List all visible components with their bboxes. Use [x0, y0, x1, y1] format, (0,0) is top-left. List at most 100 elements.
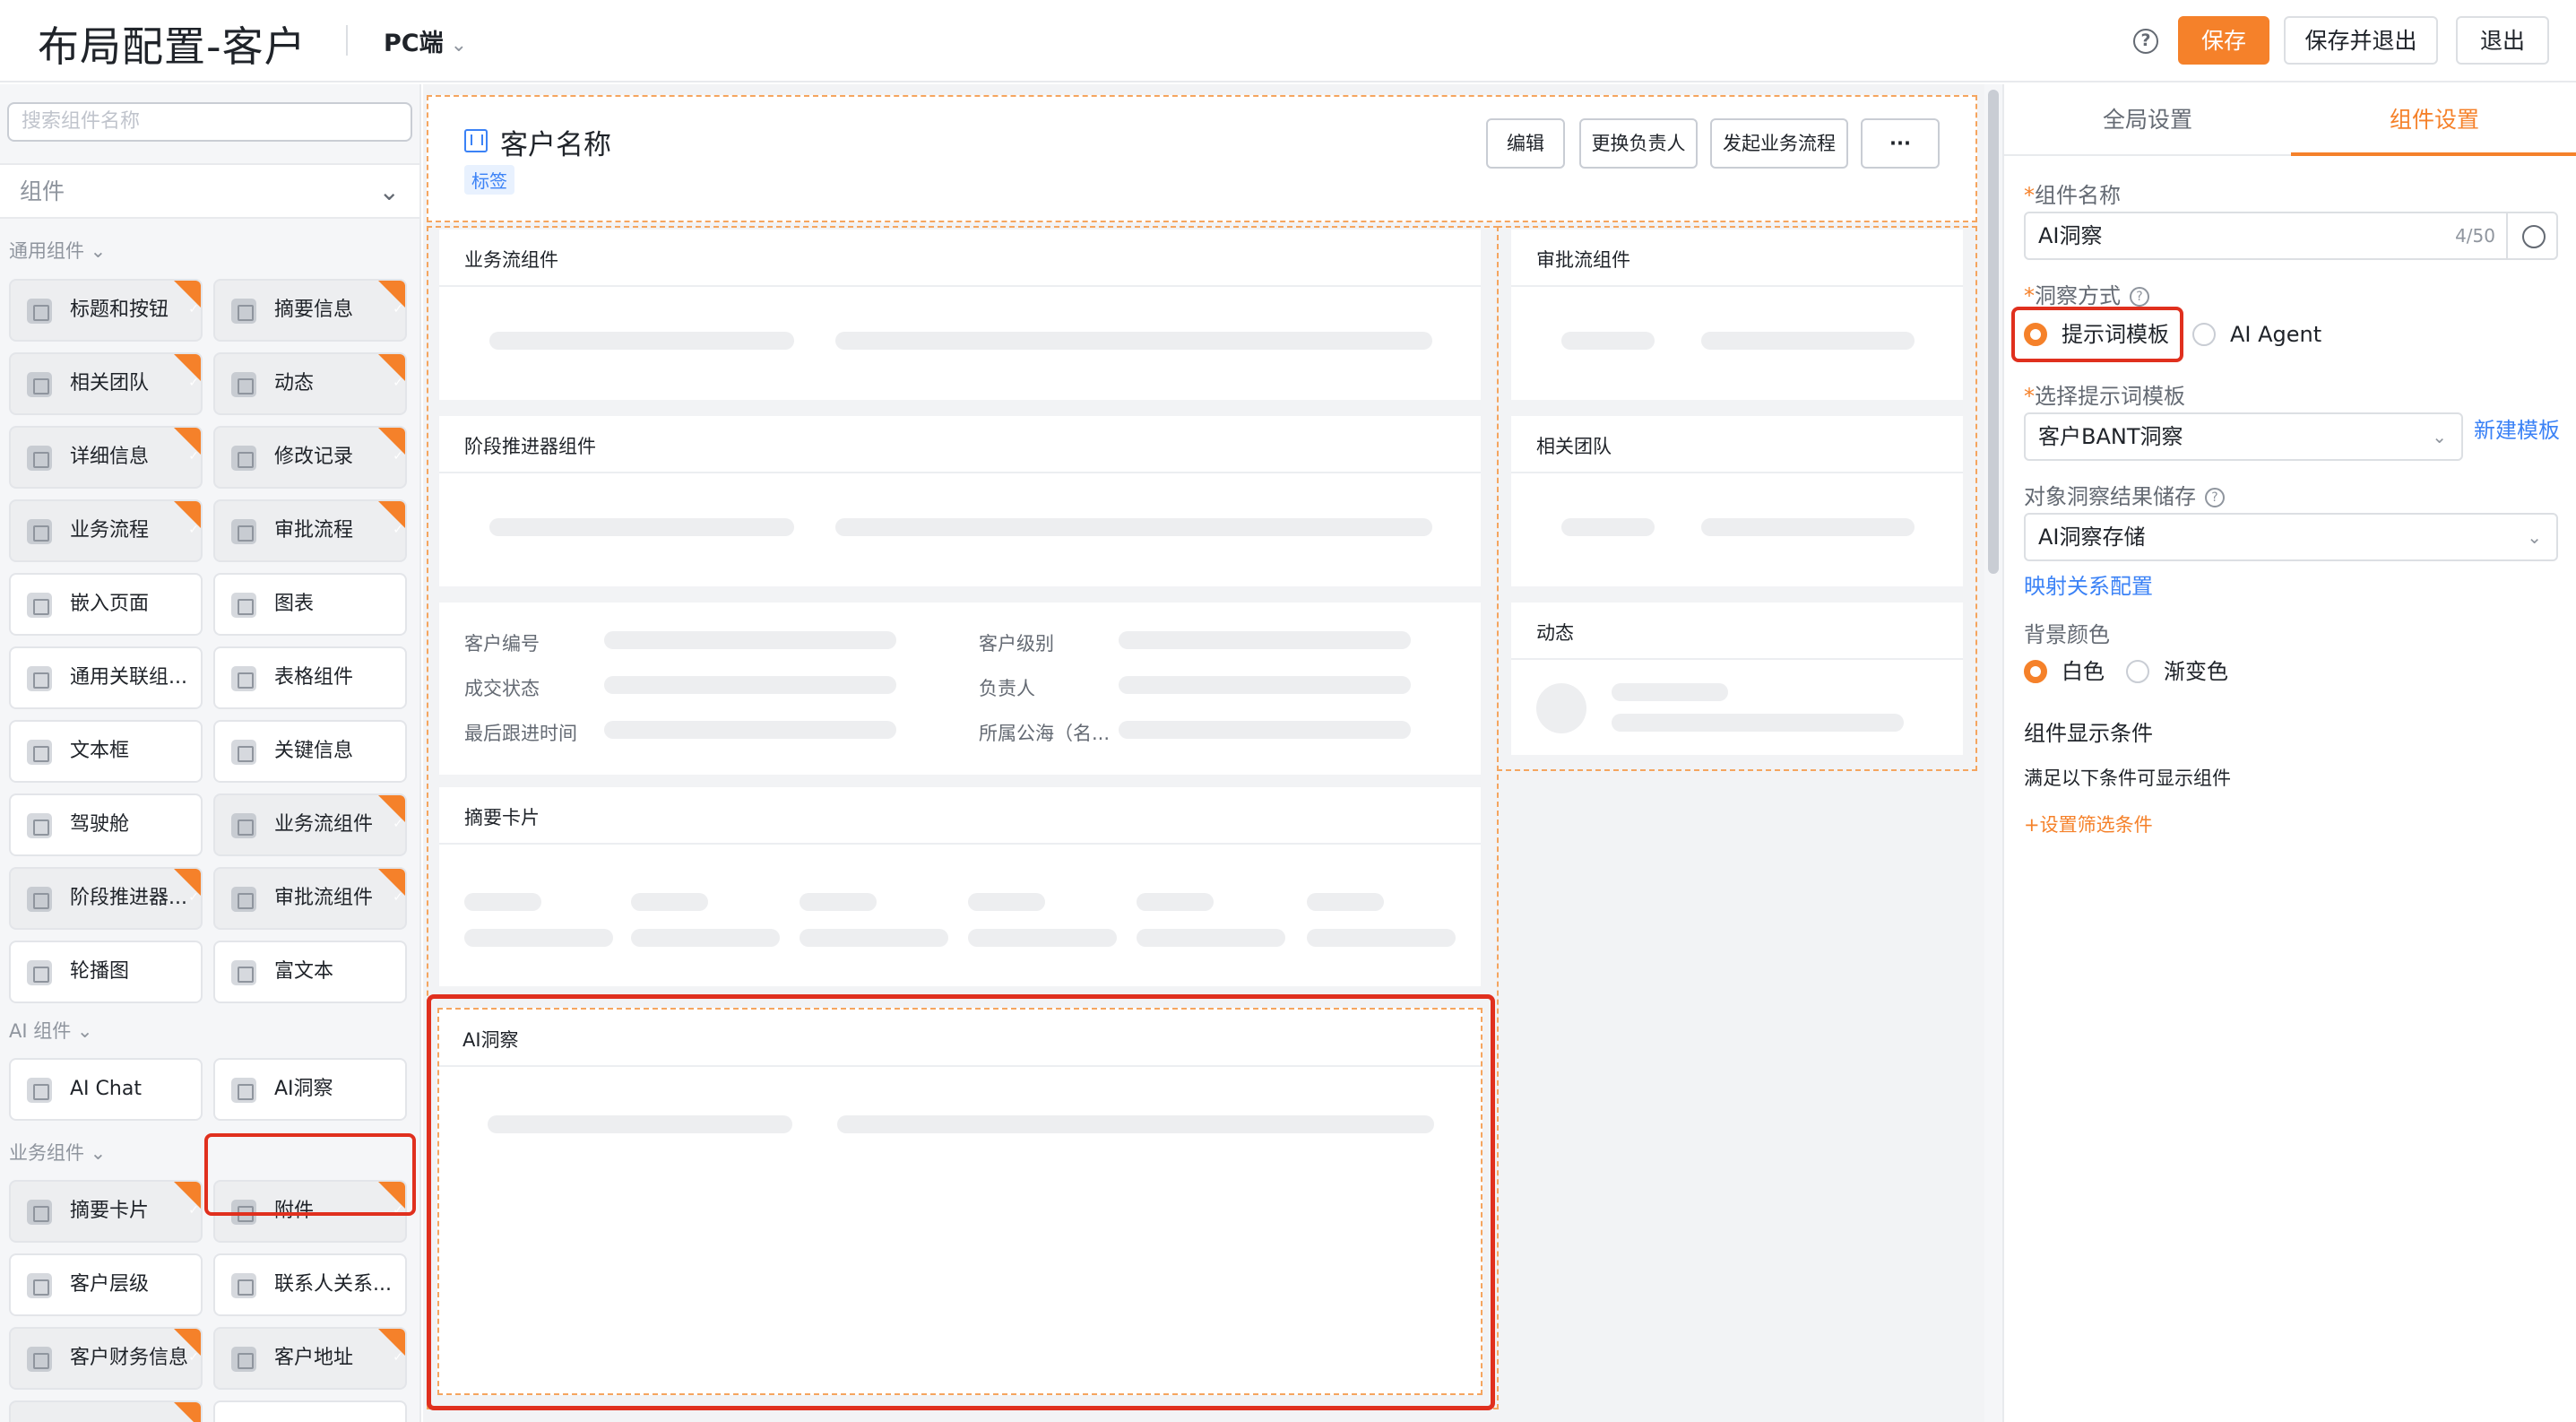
- component-item-ai-insight[interactable]: AI洞察: [213, 1058, 407, 1121]
- component-item-ai-chat[interactable]: AI Chat: [9, 1058, 203, 1121]
- record-name: 客户名称: [500, 129, 611, 161]
- bizflow-card[interactable]: 业务流组件: [439, 230, 1481, 400]
- component-category-select[interactable]: 组件 ⌄: [0, 163, 419, 219]
- component-icon: [231, 960, 256, 985]
- card-title: 相关团队: [1536, 436, 1612, 457]
- summary-card[interactable]: 摘要卡片: [439, 787, 1481, 986]
- component-item[interactable]: 联系人关系...: [213, 1253, 407, 1316]
- help-icon[interactable]: ?: [2133, 29, 2158, 54]
- scrollbar-thumb[interactable]: [1988, 90, 1999, 574]
- save-exit-button[interactable]: 保存并退出: [2284, 16, 2438, 65]
- component-item[interactable]: 相关团队: [9, 352, 203, 415]
- card-divider: [1511, 285, 1963, 287]
- component-item[interactable]: 文本框: [9, 720, 203, 783]
- component-item[interactable]: 动态: [213, 352, 407, 415]
- component-item[interactable]: 详细信息: [9, 426, 203, 489]
- component-item[interactable]: 审批流组件: [213, 867, 407, 930]
- component-item[interactable]: 业务流组件: [213, 793, 407, 856]
- skeleton-bar: [1137, 893, 1214, 911]
- component-item[interactable]: 嵌入页面: [9, 573, 203, 636]
- component-icon: [231, 740, 256, 765]
- component-item[interactable]: 阶段推进器...: [9, 867, 203, 930]
- team-card[interactable]: 相关团队: [1511, 416, 1963, 586]
- component-search-input[interactable]: 搜索组件名称: [7, 102, 412, 142]
- start-process-button[interactable]: 发起业务流程: [1710, 118, 1848, 169]
- component-item[interactable]: 表格组件: [213, 646, 407, 709]
- approval-card[interactable]: 审批流组件: [1511, 230, 1963, 400]
- skeleton-bar: [1561, 332, 1655, 350]
- activity-card[interactable]: 动态: [1511, 603, 1963, 755]
- bg-option-white[interactable]: 白色: [2024, 658, 2105, 685]
- component-item[interactable]: 图表: [213, 573, 407, 636]
- help-icon[interactable]: ?: [2130, 287, 2149, 307]
- record-header-card[interactable]: 客户名称 标签 编辑 更换负责人 发起业务流程 ···: [427, 95, 1977, 222]
- component-item[interactable]: 摘要信息: [213, 279, 407, 342]
- template-select[interactable]: 客户BANT洞察 ⌄: [2024, 412, 2463, 461]
- component-item[interactable]: [213, 1400, 407, 1422]
- details-card[interactable]: 客户编号 客户级别 成交状态 负责人 最后跟进时间 所属公海（名...: [439, 603, 1481, 775]
- component-icon: [231, 446, 256, 471]
- chevron-down-icon: ⌄: [2432, 426, 2447, 447]
- chevron-down-icon: ⌄: [2527, 526, 2542, 548]
- tab-global-settings[interactable]: 全局设置: [2004, 84, 2291, 156]
- char-counter: 4/50: [2455, 225, 2495, 247]
- component-item[interactable]: 通用关联组...: [9, 646, 203, 709]
- group-ai-title[interactable]: AI 组件 ⌄: [9, 1017, 93, 1044]
- group-common-title[interactable]: 通用组件 ⌄: [9, 237, 106, 264]
- component-icon: [27, 1078, 52, 1103]
- stage-card[interactable]: 阶段推进器组件: [439, 416, 1481, 586]
- mapping-config-link[interactable]: 映射关系配置: [2024, 568, 2153, 600]
- skeleton-bar: [1119, 631, 1411, 649]
- skeleton-bar: [800, 929, 948, 947]
- skeleton-bar: [464, 929, 613, 947]
- added-flag-icon: [378, 428, 405, 486]
- bg-option-gradient[interactable]: 渐变色: [2126, 658, 2228, 685]
- canvas-scrollbar[interactable]: [1984, 84, 2002, 1422]
- field-label: 负责人: [979, 678, 1035, 699]
- skeleton-bar: [968, 893, 1045, 911]
- component-icon: [27, 1200, 52, 1225]
- component-item[interactable]: 关键信息: [213, 720, 407, 783]
- component-icon: [27, 446, 52, 471]
- component-item[interactable]: [9, 1400, 203, 1422]
- edit-button[interactable]: 编辑: [1486, 118, 1565, 169]
- component-icon: [27, 372, 52, 397]
- skeleton-bar: [1307, 893, 1384, 911]
- add-filter-condition-link[interactable]: +设置筛选条件: [2024, 811, 2153, 837]
- component-item[interactable]: 轮播图: [9, 941, 203, 1003]
- save-button[interactable]: 保存: [2178, 16, 2269, 65]
- new-template-link[interactable]: 新建模板: [2474, 412, 2560, 444]
- group-business-title[interactable]: 业务组件 ⌄: [9, 1139, 106, 1166]
- component-item[interactable]: 客户财务信息: [9, 1327, 203, 1390]
- component-item[interactable]: 审批流程: [213, 499, 407, 562]
- component-icon: [231, 1347, 256, 1372]
- added-flag-icon: [174, 869, 201, 927]
- card-divider: [439, 472, 1481, 473]
- skeleton-bar: [800, 893, 877, 911]
- building-icon: [464, 129, 488, 152]
- component-item[interactable]: 客户地址: [213, 1327, 407, 1390]
- component-item[interactable]: 客户层级: [9, 1253, 203, 1316]
- change-owner-button[interactable]: 更换负责人: [1579, 118, 1698, 169]
- more-button[interactable]: ···: [1861, 118, 1940, 169]
- mode-option-ai-agent[interactable]: AI Agent: [2192, 321, 2321, 348]
- component-item[interactable]: 摘要卡片: [9, 1180, 203, 1243]
- skeleton-bar: [631, 929, 780, 947]
- added-flag-icon: [378, 281, 405, 339]
- platform-select[interactable]: PC端 ⌄: [384, 23, 467, 58]
- component-name-input[interactable]: AI洞察 4/50: [2024, 212, 2558, 260]
- tab-component-settings[interactable]: 组件设置: [2291, 84, 2576, 156]
- component-item[interactable]: 富文本: [213, 941, 407, 1003]
- help-icon[interactable]: ?: [2205, 488, 2225, 507]
- component-item[interactable]: 业务流程: [9, 499, 203, 562]
- globe-icon[interactable]: [2506, 213, 2556, 258]
- component-item[interactable]: 标题和按钮: [9, 279, 203, 342]
- component-icon: [27, 887, 52, 912]
- exit-button[interactable]: 退出: [2456, 16, 2549, 65]
- display-condition-title: 组件显示条件: [2024, 721, 2153, 746]
- added-flag-icon: [174, 281, 201, 339]
- component-item[interactable]: 驾驶舱: [9, 793, 203, 856]
- component-icon: [27, 299, 52, 324]
- component-item[interactable]: 修改记录: [213, 426, 407, 489]
- storage-select[interactable]: AI洞察存储 ⌄: [2024, 513, 2558, 561]
